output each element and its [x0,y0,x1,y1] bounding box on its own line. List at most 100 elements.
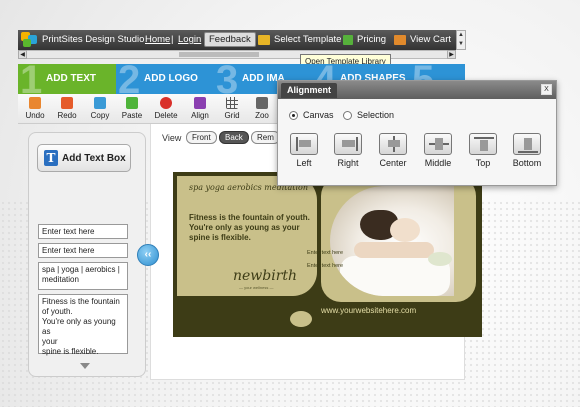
align-center-button[interactable]: Center [375,133,411,168]
nav-separator: | [171,34,174,45]
copy-button[interactable]: Copy [86,97,114,120]
paste-icon [126,97,138,109]
card-brand-logo[interactable]: newbirth [233,268,297,284]
step-number: 1 [20,64,43,94]
align-top-label: Top [475,158,491,168]
step-tab-add-text[interactable]: 1 ADD TEXT [18,64,116,94]
paste-button[interactable]: Paste [118,97,146,120]
text-field-3[interactable]: spa | yoga | aerobics | meditation [38,262,128,290]
view-cart-button[interactable]: View Cart [394,34,451,45]
grid-icon [226,97,238,109]
radio-selected-icon[interactable] [289,110,298,120]
align-button[interactable]: Align [186,97,214,120]
view-front-button[interactable]: Front [186,131,217,144]
leaf-ornament [290,311,312,327]
step-label: ADD TEXT [46,73,96,84]
radio-unselected-icon[interactable] [343,110,352,120]
align-top-button[interactable]: Top [465,133,501,168]
align-left-button[interactable]: Left [286,133,322,168]
undo-icon [29,97,41,109]
align-center-label: Center [379,158,407,168]
home-link[interactable]: Home [145,34,170,45]
align-icon [194,97,206,109]
align-right-button[interactable]: Right [330,133,366,168]
view-back-button[interactable]: Back [219,131,249,144]
close-icon[interactable]: X [541,84,552,95]
copy-label: Copy [90,111,110,120]
alignment-title: Alignment [281,83,337,98]
undo-label: Undo [25,111,45,120]
scroll-left-arrow-icon[interactable]: ◀ [18,50,27,59]
cart-icon [394,34,406,45]
zoom-label: Zoo [255,111,269,120]
delete-button[interactable]: Delete [152,97,180,120]
scroll-right-arrow-icon[interactable]: ▶ [447,50,456,59]
collapse-panel-button[interactable]: ‹‹ [137,244,159,266]
brand-name: PrintSites Design Studio [42,34,145,45]
login-link[interactable]: Login [178,34,201,45]
alignment-dialog: Alignment X Canvas Selection Left Right … [277,80,557,186]
card-brand-subtitle: — your wellness — [239,285,274,290]
grid-label: Grid [224,111,240,120]
align-middle-label: Middle [424,158,452,168]
view-cart-label: View Cart [410,34,452,45]
logo-icon [21,32,37,48]
selection-radio-option[interactable]: Selection [343,110,394,120]
delete-icon [160,97,172,109]
delete-label: Delete [154,111,178,120]
align-top-icon [469,133,497,155]
selection-label: Selection [357,110,395,120]
folder-icon [258,34,270,45]
scroll-up-button[interactable]: ▲ ▼ [456,30,466,50]
redo-button[interactable]: Redo [53,97,81,120]
align-right-icon [334,133,362,155]
align-center-icon [379,133,407,155]
align-left-label: Left [296,158,312,168]
canvas-radio-option[interactable]: Canvas [289,110,334,120]
copy-icon [94,97,106,109]
zoom-button[interactable]: Zoo [248,97,276,120]
align-middle-button[interactable]: Middle [420,133,456,168]
business-card-design[interactable]: spa yoga aerobics meditation Fitness is … [173,172,482,337]
paste-label: Paste [121,111,143,120]
pricing-label: Pricing [357,34,387,45]
undo-button[interactable]: Undo [21,97,49,120]
text-field-2[interactable]: Enter text here [38,243,128,258]
text-icon: T [44,150,58,166]
dollar-icon [343,34,353,45]
card-placeholder-1[interactable]: Enter text here [307,250,343,256]
text-field-4[interactable]: Fitness is the fountain of youth. You're… [38,294,128,356]
select-template-button[interactable]: Select Template [258,34,341,45]
text-field-1[interactable]: Enter text here [38,224,128,239]
pricing-button[interactable]: Pricing [343,34,386,45]
step-number: 3 [216,64,239,94]
align-middle-icon [424,133,452,155]
add-text-box-label: Add Text Box [62,152,126,164]
align-bottom-label: Bottom [512,158,542,168]
grid-button[interactable]: Grid [218,97,246,120]
alignment-header[interactable]: Alignment X [278,81,556,99]
card-placeholder-2[interactable]: Enter text here [307,263,343,269]
feedback-button[interactable]: Feedback [204,32,256,47]
spa-photo[interactable] [330,186,454,296]
align-right-label: Right [337,158,359,168]
align-left-icon [290,133,318,155]
add-text-box-button[interactable]: T Add Text Box [37,144,131,172]
scroll-down-arrow-icon[interactable] [80,363,90,369]
step-number: 2 [118,64,141,94]
redo-icon [61,97,73,109]
zoom-icon [256,97,268,109]
step-label: ADD LOGO [144,73,198,84]
step-tab-add-logo[interactable]: 2 ADD LOGO [116,64,214,94]
scroll-thumb[interactable] [179,52,259,57]
top-menu-bar: PrintSites Design Studio Home | Login Fe… [18,30,465,50]
canvas-label: Canvas [303,110,334,120]
align-bottom-icon [513,133,541,155]
align-bottom-button[interactable]: Bottom [509,133,545,168]
view-rem-button[interactable]: Rem [251,131,280,144]
card-website[interactable]: www.yourwebsitehere.com [321,306,416,315]
align-label: Align [191,111,209,120]
card-body-text[interactable]: Fitness is the fountain of youth. You're… [189,213,314,243]
select-template-label: Select Template [274,34,342,45]
redo-label: Redo [57,111,77,120]
